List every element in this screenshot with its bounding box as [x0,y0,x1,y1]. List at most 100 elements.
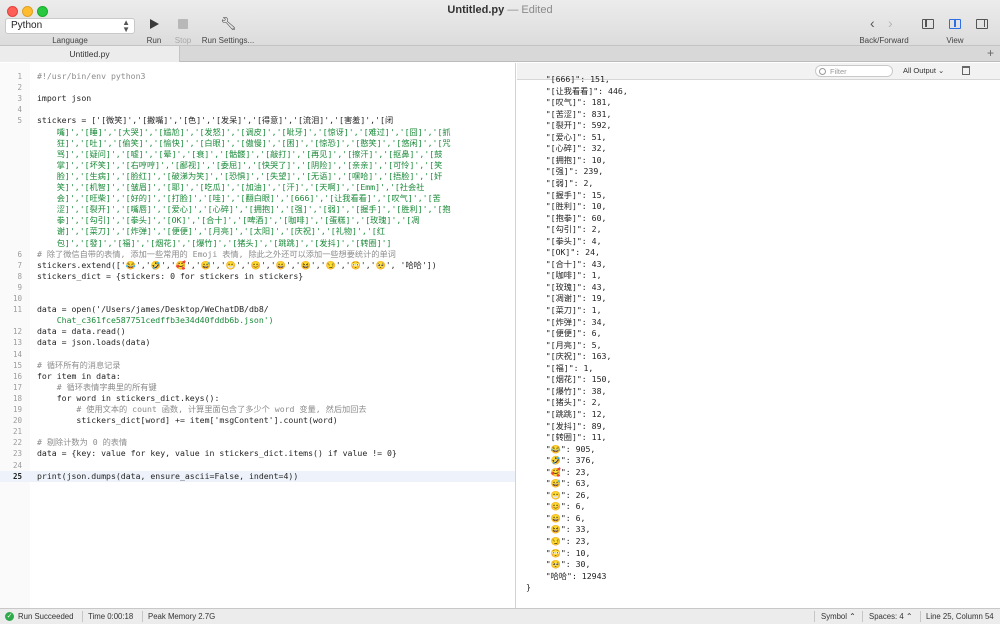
run-button-label[interactable]: Run [140,36,168,45]
code-line[interactable]: 7 stickers.extend(['😂','🤣','🥰','😅','😁','😊… [0,260,515,271]
output-line: "[凋谢]": 19, [526,293,607,304]
output-filter-field[interactable]: Filter [815,65,893,77]
output-line: "[炸弹]": 34, [526,316,607,327]
left-panel-toggle-icon[interactable] [922,19,934,29]
output-line: "😏": 23, [526,536,591,546]
output-line: "[强]": 239, [526,166,604,177]
status-bar: ✓ Run Succeeded Time 0:00:18 Peak Memory… [0,608,1000,624]
code-editor[interactable]: 1 #!/usr/bin/env python3 2 3 import json 4 5 st… [0,63,516,608]
code-text: 脸]','[生病]','[脸红]','[破涕为笑]','[恐惧]','[失望]'… [37,170,443,181]
code-line[interactable]: 2 [0,82,515,93]
code-line[interactable]: 24 [0,460,515,471]
forward-arrow-icon[interactable]: › [888,15,893,31]
trash-icon[interactable] [962,66,970,75]
code-line[interactable]: 18 for word in stickers_dict.keys(): [0,392,515,404]
code-text: # 循环表情字典里的所有键 [37,381,157,392]
output-line: "😅": 63, [526,478,591,489]
code-line[interactable]: 20 stickers_dict[word] += item['msgConte… [0,415,515,426]
code-line[interactable]: 涩]','[裂开]','[嘴唇]','[爱心]','[心碎]','[拥抱]','… [0,204,515,215]
code-text: import json [37,93,92,104]
output-line: "[爆竹]": 38, [526,385,607,396]
stop-button-label[interactable]: Stop [168,36,198,45]
status-divider [82,611,83,622]
spaces-menu[interactable]: Spaces: 4 ⌃ [869,612,912,621]
line-number: 1 [17,72,22,81]
output-line: "[转圈]": 11, [526,432,607,443]
code-text: 狂]','[吐]','[偷笑]','[愉快]','[白眼]','[傲慢]','[… [37,137,451,148]
code-line[interactable]: 5 stickers = ['[微笑]','[撇嘴]','[色]','[发呆]',… [0,115,515,126]
code-line[interactable]: 9 [0,282,515,293]
code-line[interactable]: 8 stickers_dict = {stickers: 0 for sticke… [0,271,515,282]
code-line[interactable]: 掌]','[坏笑]','[右哼哼]','[鄙视]','[委屈]','[快哭了]'… [0,160,515,171]
window-edited-indicator: — Edited [507,4,553,16]
split-panel-toggle-icon[interactable] [949,19,961,29]
code-line[interactable]: 拳]','[勾引]','[拳头]','[OK]','[合十]','[啤酒]','… [0,215,515,226]
add-tab-icon[interactable]: + [987,46,994,61]
output-line: "😁": 26, [526,489,591,500]
right-panel-toggle-icon[interactable] [976,19,988,29]
code-line[interactable]: 3 import json [0,93,515,104]
line-number: 3 [17,94,22,104]
output-line: "[苦涩]": 831, [526,108,612,119]
output-line: "[弱]": 2, [526,177,594,188]
code-text: stickers_dict[word] += item['msgContent'… [37,415,338,426]
code-line[interactable]: 包]','[發]','[福]','[烟花]','[爆竹]','[猪头]','[跳… [0,238,515,249]
code-line[interactable]: 10 [0,293,515,304]
run-settings-label[interactable]: Run Settings... [196,36,260,45]
code-line[interactable]: 嘴]','[睡]','[大哭]','[尴尬]','[发怒]','[调皮]','[… [0,127,515,138]
back-arrow-icon[interactable]: ‹ [870,15,875,31]
line-number: 14 [12,349,22,359]
code-line[interactable]: 21 [0,426,515,437]
code-line[interactable]: 17 # 循环表情字典里的所有键 [0,381,515,393]
code-line[interactable]: 1 #!/usr/bin/env python3 [0,71,515,82]
code-line[interactable]: 4 [0,104,515,115]
code-text: 笑]','[机智]','[皱眉]','[耶]','[吃瓜]','[加油]','[… [37,182,425,192]
code-line[interactable]: 12 data = data.read() [0,326,515,337]
success-check-icon: ✓ [5,612,14,621]
line-number: 15 [12,360,22,370]
code-line[interactable]: 22 # 剔除计数为 0 的表情 [0,437,515,448]
all-output-select[interactable]: All Output ⌄ [903,65,953,77]
output-line: "🤣": 376, [526,455,596,466]
output-line: "[拥抱]": 10, [526,154,607,165]
symbol-menu[interactable]: Symbol ⌃ [821,612,856,621]
code-line[interactable]: 笑]','[机智]','[皱眉]','[耶]','[吃瓜]','[加油]','[… [0,182,515,193]
status-divider [814,611,815,622]
code-line[interactable]: 狂]','[吐]','[偷笑]','[愉快]','[白眼]','[傲慢]','[… [0,137,515,149]
code-line[interactable]: 14 [0,349,515,360]
run-play-icon[interactable] [150,19,159,29]
code-line[interactable]: 13 data = json.loads(data) [0,337,515,348]
tab-untitled-py[interactable]: Untitled.py [0,46,180,62]
code-line[interactable]: 16 for item in data: [0,371,515,382]
wrench-icon[interactable]: 🔧︎ [220,16,237,32]
line-number: 10 [12,294,22,303]
stop-icon[interactable] [178,19,188,29]
line-number: 12 [12,327,22,337]
code-line[interactable]: Chat_c361fce587751cedffb3e34d40fddb6b.js… [0,315,515,326]
line-number: 18 [12,393,22,403]
output-line: "[庆祝]": 163, [526,351,612,362]
line-number: 7 [17,260,22,270]
filter-placeholder: Filter [830,67,847,76]
code-line[interactable]: 骂]','[疑问]','[嘘]','[晕]','[衰]','[骷髅]','[敲打… [0,148,515,160]
code-line[interactable]: 23 data = {key: value for key, value in s… [0,448,515,459]
code-line[interactable]: 会]','[旺柴]','[好的]','[打脸]','[哇]','[翻白眼]','… [0,193,515,204]
code-line[interactable]: 谢]','[菜刀]','[炸弹]','[便便]','[月亮]','[太阳]','… [0,226,515,237]
toolbar: Untitled.py — Edited Python ▲ ▼ Language … [0,0,1000,46]
line-number: 9 [17,282,22,292]
code-text: # 使用文本的 count 函数, 计算里面包含了多少个 word 变量, 然后… [37,404,367,414]
output-line: "😳": 10, [526,547,591,558]
code-text: 骂]','[疑问]','[嘘]','[晕]','[衰]','[骷髅]','[敲打… [37,148,443,159]
language-select[interactable]: Python ▲ ▼ [5,18,135,34]
code-text: for word in stickers_dict.keys(): [37,392,220,403]
code-line[interactable]: 19 # 使用文本的 count 函数, 计算里面包含了多少个 word 变量,… [0,404,515,415]
code-line[interactable]: 25 print(json.dumps(data, ensure_ascii=Fa… [0,470,515,482]
code-line[interactable]: 6 # 除了微信自带的表情, 添加一些常用的 Emoji 表情, 除此之外还可以添… [0,248,515,260]
line-number: 22 [12,438,22,448]
code-line[interactable]: 15 # 循环所有的消息记录 [0,360,515,371]
code-text: # 除了微信自带的表情, 添加一些常用的 Emoji 表情, 除此之外还可以添加… [37,248,396,259]
code-text: # 剔除计数为 0 的表情 [37,437,128,448]
line-number: 17 [12,382,22,392]
code-line[interactable]: 脸]','[生病]','[脸红]','[破涕为笑]','[恐惧]','[失望]'… [0,170,515,182]
code-line[interactable]: 11 data = open('/Users/james/Desktop/WeCh… [0,304,515,315]
